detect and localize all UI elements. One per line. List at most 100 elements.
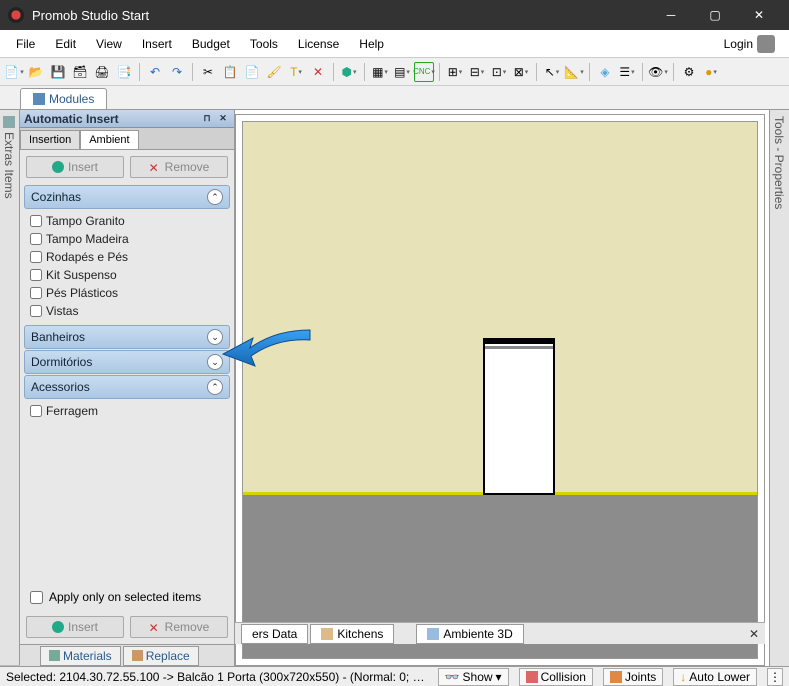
viewport[interactable] [235,114,765,666]
tb-open-icon[interactable]: 📂 [26,62,46,82]
panel-bottom-tabs: Materials Replace [20,644,234,666]
tb-layer2-icon[interactable]: ▤ [392,62,412,82]
dtab-close-icon[interactable]: ✕ [749,627,759,641]
minimize-button[interactable]: ─ [649,0,693,30]
canvas-3d[interactable] [242,121,758,659]
tb-save-icon[interactable]: 💾 [48,62,68,82]
vtab-extras[interactable]: Extras Items [0,110,18,666]
insert-button-top[interactable]: Insert [26,156,124,178]
remove-icon: ✕ [149,621,161,633]
tb-gear-icon[interactable]: ⚙ [679,62,699,82]
dtab-kitchens[interactable]: Kitchens [310,624,394,644]
dtab-ambiente3d[interactable]: Ambiente 3D [416,624,523,644]
menu-license[interactable]: License [288,33,349,55]
menu-edit[interactable]: Edit [45,33,86,55]
tb-copy-icon[interactable]: 📋 [220,62,240,82]
tb-cursor-icon[interactable]: ↖ [542,62,562,82]
tb-new-icon[interactable]: 📄 [4,62,24,82]
item-kit-suspenso[interactable]: Kit Suspenso [30,266,224,284]
tb-measure-icon[interactable]: 📐 [564,62,584,82]
titlebar: Promob Studio Start ─ ▢ ✕ [0,0,789,30]
tb-layer1-icon[interactable]: ▦ [370,62,390,82]
item-tampo-granito[interactable]: Tampo Granito [30,212,224,230]
btab-replace[interactable]: Replace [123,646,199,666]
toolbar: 📄 📂 💾 🗃 🖨 📑 ↶ ↷ ✂ 📋 📄 🖌 T ✕ ⬢ ▦ ▤ CNC ⊞ … [0,58,789,86]
tb-printpreview-icon[interactable]: 📑 [114,62,134,82]
sb-autolower[interactable]: ↓Auto Lower [673,668,757,686]
tb-props-icon[interactable]: ☰ [617,62,637,82]
expand-icon[interactable]: ⌄ [207,354,223,370]
menu-view[interactable]: View [86,33,132,55]
item-vistas[interactable]: Vistas [30,302,224,320]
cat-banheiros[interactable]: Banheiros ⌄ [24,325,230,349]
tb-cut-icon[interactable]: ✂ [198,62,218,82]
login-label: Login [724,37,753,51]
tb-cnc-icon[interactable]: CNC [414,62,434,82]
sb-show[interactable]: 👓 Show ▾ [438,668,509,686]
sb-joints[interactable]: Joints [603,668,663,686]
status-selected-text: Selected: 2104.30.72.55.100 -> Balcão 1 … [6,670,428,684]
menu-insert[interactable]: Insert [132,33,182,55]
cat-cozinhas[interactable]: Cozinhas ⌃ [24,185,230,209]
collision-icon [526,671,538,683]
menu-file[interactable]: File [6,33,45,55]
tb-paste-icon[interactable]: 📄 [242,62,262,82]
dtab-ersdata[interactable]: ers Data [241,624,308,644]
tb-group3-icon[interactable]: ⊡ [489,62,509,82]
sb-extra[interactable]: ⋮ [767,668,783,686]
tb-eye-icon[interactable]: 👁 [648,62,668,82]
top-tabstrip: Modules [0,86,789,110]
item-rodapes[interactable]: Rodapés e Pés [30,248,224,266]
menu-budget[interactable]: Budget [182,33,240,55]
panel-close-icon[interactable]: ✕ [216,113,230,125]
replace-icon [132,650,143,661]
subtab-ambient[interactable]: Ambient [80,130,138,149]
maximize-button[interactable]: ▢ [693,0,737,30]
category-list: Cozinhas ⌃ Tampo Granito Tampo Madeira R… [20,184,234,584]
tb-group2-icon[interactable]: ⊟ [467,62,487,82]
tb-group1-icon[interactable]: ⊞ [445,62,465,82]
tb-render-icon[interactable]: ● [701,62,721,82]
extras-icon [3,116,15,128]
collapse-icon[interactable]: ⌃ [207,189,223,205]
tb-undo-icon[interactable]: ↶ [145,62,165,82]
right-vertical-tab[interactable]: Tools - Properties [769,110,789,666]
panel-pin-icon[interactable]: ⊓ [200,113,214,125]
tb-brush2-icon[interactable]: T [286,62,306,82]
cat-acessorios[interactable]: Acessorios ⌃ [24,375,230,399]
remove-icon: ✕ [149,161,161,173]
item-ferragem[interactable]: Ferragem [30,402,224,420]
document-tabs: ers Data Kitchens Ambiente 3D ✕ [235,622,765,644]
tb-redo-icon[interactable]: ↷ [167,62,187,82]
tab-modules[interactable]: Modules [20,88,107,109]
menu-tools[interactable]: Tools [240,33,288,55]
btab-materials[interactable]: Materials [40,646,121,666]
menu-help[interactable]: Help [349,33,394,55]
sb-collision[interactable]: Collision [519,668,593,686]
tb-saveall-icon[interactable]: 🗃 [70,62,90,82]
menubar: File Edit View Insert Budget Tools Licen… [0,30,789,58]
insert-button-bottom[interactable]: Insert [26,616,124,638]
tb-brush-icon[interactable]: 🖌 [264,62,284,82]
remove-button-bottom[interactable]: ✕Remove [130,616,228,638]
insert-icon [52,161,64,173]
login-button[interactable]: Login [716,31,783,57]
tb-module-icon[interactable]: ⬢ [339,62,359,82]
subtab-insertion[interactable]: Insertion [20,130,80,149]
expand-icon[interactable]: ⌄ [207,329,223,345]
tb-diamond-icon[interactable]: ◈ [595,62,615,82]
modules-tab-icon [33,93,45,105]
item-tampo-madeira[interactable]: Tampo Madeira [30,230,224,248]
insert-icon [52,621,64,633]
tb-delete-icon[interactable]: ✕ [308,62,328,82]
item-pes-plasticos[interactable]: Pés Plásticos [30,284,224,302]
cabinet-object[interactable] [483,340,555,495]
tb-group4-icon[interactable]: ⊠ [511,62,531,82]
collapse-icon[interactable]: ⌃ [207,379,223,395]
materials-icon [49,650,60,661]
close-button[interactable]: ✕ [737,0,781,30]
tb-print-icon[interactable]: 🖨 [92,62,112,82]
apply-only-selected[interactable]: Apply only on selected items [20,584,234,610]
remove-button-top[interactable]: ✕Remove [130,156,228,178]
cat-dormitorios[interactable]: Dormitórios ⌄ [24,350,230,374]
